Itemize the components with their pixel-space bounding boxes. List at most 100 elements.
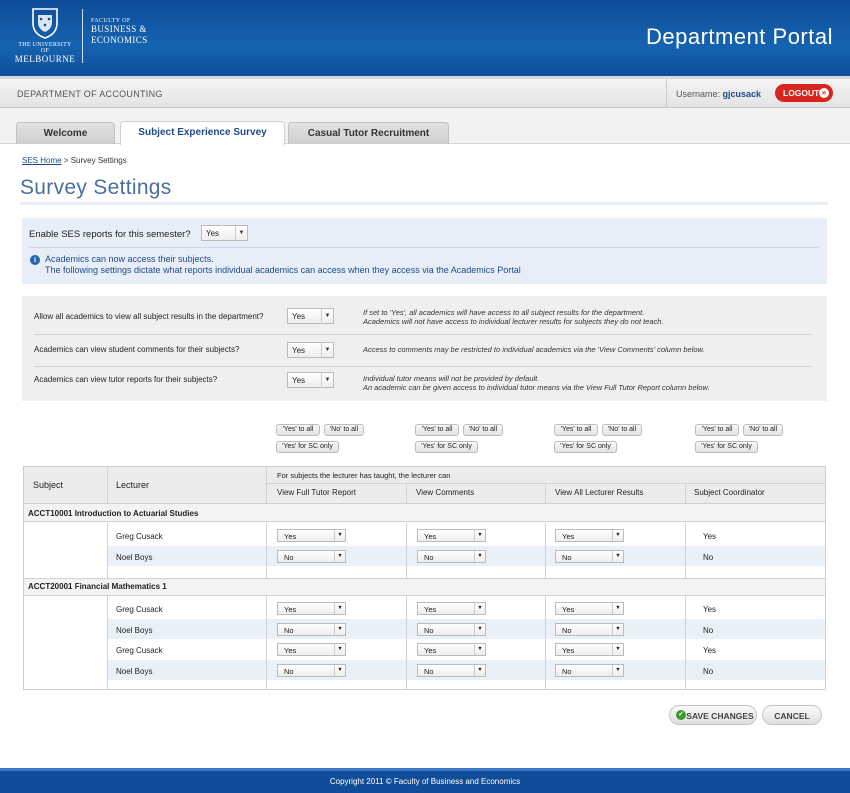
- top-header: THE UNIVERSITY OF MELBOURNE FACULTY OF B…: [0, 0, 850, 76]
- chevron-down-icon: ▼: [474, 530, 485, 541]
- select-value: No: [562, 553, 572, 562]
- lecturer-name: Greg Cusack: [116, 532, 163, 541]
- save-changes-button[interactable]: ✓ SAVE CHANGES: [669, 705, 757, 725]
- column-header-lecturer: Lecturer: [116, 480, 150, 490]
- breadcrumb-home-link[interactable]: SES Home: [22, 156, 62, 165]
- no-to-all-button[interactable]: 'No' to all: [463, 424, 503, 436]
- chevron-down-icon: ▼: [334, 665, 345, 676]
- cancel-button[interactable]: CANCEL: [762, 705, 822, 725]
- chevron-down-icon: ▼: [474, 665, 485, 676]
- view-all-results-select[interactable]: Yes ▼: [287, 308, 334, 324]
- select-value: No: [562, 626, 572, 635]
- logout-button[interactable]: LOGOUT »: [775, 84, 833, 102]
- note-line-2: An academic can be given access to indiv…: [363, 383, 710, 392]
- university-logo[interactable]: THE UNIVERSITY OF MELBOURNE: [14, 6, 76, 64]
- view-tutor-reports-select[interactable]: Yes ▼: [287, 372, 334, 388]
- tutor-report-select[interactable]: Yes ▼: [277, 602, 346, 615]
- tab-subject-experience-survey[interactable]: Subject Experience Survey: [120, 121, 285, 145]
- yes-for-sc-button[interactable]: 'Yes' for SC only: [695, 441, 758, 453]
- yes-for-sc-button[interactable]: 'Yes' for SC only: [276, 441, 339, 453]
- bulk-actions-coordinator: 'Yes' to all 'No' to all 'Yes' for SC on…: [695, 424, 805, 456]
- chevron-down-icon: ▼: [474, 624, 485, 635]
- enable-divider: [29, 247, 819, 248]
- comments-select[interactable]: No ▼: [417, 623, 486, 636]
- comments-select[interactable]: No ▼: [417, 550, 486, 563]
- no-to-all-button[interactable]: 'No' to all: [324, 424, 364, 436]
- select-value: No: [284, 626, 294, 635]
- lecturer-name: Noel Boys: [116, 667, 153, 676]
- comments-select[interactable]: Yes ▼: [417, 602, 486, 615]
- yes-to-all-button[interactable]: 'Yes' to all: [415, 424, 459, 436]
- select-value: Yes: [284, 532, 297, 541]
- no-to-all-button[interactable]: 'No' to all: [743, 424, 783, 436]
- tab-casual-tutor-recruitment[interactable]: Casual Tutor Recruitment: [288, 122, 449, 144]
- enable-reports-label: Enable SES reports for this semester?: [29, 229, 191, 240]
- view-comments-select[interactable]: Yes ▼: [287, 342, 334, 358]
- lecturer-results-select[interactable]: No ▼: [555, 664, 624, 677]
- column-header-tutor-report: View Full Tutor Report: [277, 488, 356, 497]
- column-divider: [685, 523, 686, 578]
- setting-question: Academics can view tutor reports for the…: [34, 375, 218, 384]
- logout-label: LOGOUT: [783, 88, 820, 98]
- subject-name: ACCT10001 Introduction to Actuarial Stud…: [28, 509, 199, 518]
- username-link[interactable]: gjcusack: [723, 89, 762, 99]
- select-value: Yes: [424, 532, 437, 541]
- chevron-down-icon: ▼: [321, 373, 333, 387]
- setting-question: Academics can view student comments for …: [34, 345, 240, 354]
- select-value: No: [284, 553, 294, 562]
- logo-divider: [82, 9, 83, 63]
- tutor-report-select[interactable]: No ▼: [277, 550, 346, 563]
- enable-reports-select[interactable]: Yes ▼: [201, 225, 248, 241]
- select-value: Yes: [292, 346, 306, 355]
- department-bar: DEPARTMENT OF ACCOUNTING Username: gjcus…: [0, 76, 850, 108]
- yes-for-sc-button[interactable]: 'Yes' for SC only: [554, 441, 617, 453]
- tutor-report-select[interactable]: No ▼: [277, 623, 346, 636]
- crest-icon: [32, 8, 58, 39]
- select-value: Yes: [424, 605, 437, 614]
- breadcrumb-separator: >: [61, 156, 71, 165]
- lecturer-results-select[interactable]: Yes ▼: [555, 643, 624, 656]
- yes-for-sc-button[interactable]: 'Yes' for SC only: [415, 441, 478, 453]
- column-header-comments: View Comments: [416, 488, 475, 497]
- setting-row: Academics can view tutor reports for the…: [22, 368, 827, 398]
- select-value: No: [424, 626, 434, 635]
- select-value: Yes: [562, 532, 575, 541]
- tab-welcome[interactable]: Welcome: [16, 122, 115, 144]
- lecturer-results-select[interactable]: No ▼: [555, 623, 624, 636]
- comments-select[interactable]: No ▼: [417, 664, 486, 677]
- select-value: Yes: [284, 646, 297, 655]
- note-line-2: Academics will not have access to indivi…: [363, 317, 664, 326]
- yes-to-all-button[interactable]: 'Yes' to all: [276, 424, 320, 436]
- no-to-all-button[interactable]: 'No' to all: [602, 424, 642, 436]
- column-divider: [545, 483, 546, 504]
- bulk-actions-comments: 'Yes' to all 'No' to all 'Yes' for SC on…: [415, 424, 525, 456]
- column-divider: [685, 483, 686, 504]
- setting-note: Access to comments may be restricted to …: [363, 345, 705, 354]
- lecturer-results-select[interactable]: Yes ▼: [555, 602, 624, 615]
- yes-to-all-button[interactable]: 'Yes' to all: [695, 424, 739, 436]
- lecturer-results-select[interactable]: Yes ▼: [555, 529, 624, 542]
- bulk-actions-lecturer-results: 'Yes' to all 'No' to all 'Yes' for SC on…: [554, 424, 664, 456]
- lecturer-results-select[interactable]: No ▼: [555, 550, 624, 563]
- select-value: No: [424, 667, 434, 676]
- column-divider: [107, 467, 108, 504]
- title-divider: [20, 202, 828, 205]
- chevron-down-icon: ▼: [334, 551, 345, 562]
- department-name: DEPARTMENT OF ACCOUNTING: [17, 89, 163, 99]
- tutor-report-select[interactable]: No ▼: [277, 664, 346, 677]
- comments-select[interactable]: Yes ▼: [417, 529, 486, 542]
- column-divider: [266, 523, 267, 578]
- footer: Copyright 2011 © Faculty of Business and…: [0, 768, 850, 793]
- select-value: Yes: [562, 646, 575, 655]
- info-line-2: The following settings dictate what repo…: [45, 265, 521, 275]
- tutor-report-select[interactable]: Yes ▼: [277, 529, 346, 542]
- user-box: Username: gjcusack LOGOUT »: [666, 79, 850, 107]
- tutor-report-select[interactable]: Yes ▼: [277, 643, 346, 656]
- column-header-lecturer-results: View All Lecturer Results: [555, 488, 644, 497]
- comments-select[interactable]: Yes ▼: [417, 643, 486, 656]
- coordinator-value: No: [703, 553, 714, 562]
- chevron-down-icon: ▼: [334, 644, 345, 655]
- coordinator-value: Yes: [703, 532, 717, 541]
- arrow-right-icon: »: [819, 88, 829, 98]
- yes-to-all-button[interactable]: 'Yes' to all: [554, 424, 598, 436]
